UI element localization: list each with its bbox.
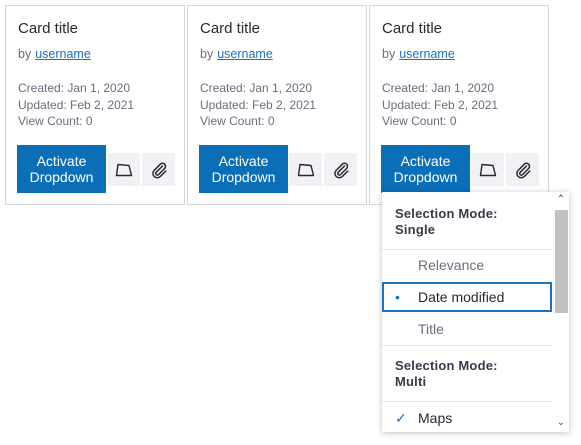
dropdown-menu: Selection Mode: Single Relevance • Date … (382, 192, 569, 432)
dropdown-item-label: Title (418, 321, 444, 337)
view-count: View Count: 0 (382, 114, 457, 128)
tag-icon (479, 163, 496, 176)
dropdown-item-title[interactable]: Title (382, 314, 552, 344)
header-line: Multi (395, 374, 427, 389)
username-link[interactable]: username (35, 47, 91, 61)
activate-label-line2: Dropdown (393, 169, 458, 185)
header-line: Single (395, 222, 436, 237)
tag-icon (115, 163, 132, 176)
dropdown-item-maps[interactable]: ✓ Maps (382, 403, 552, 432)
paperclip-icon (151, 162, 167, 178)
by-label: by (382, 47, 396, 61)
dropdown-scrollbar[interactable]: ⌃ ⌄ (553, 192, 569, 432)
attach-button[interactable] (142, 153, 175, 186)
card-meta: Created: Jan 1, 2020 Updated: Feb 2, 202… (382, 80, 498, 130)
updated-date: Updated: Feb 2, 2021 (18, 97, 135, 112)
card-meta: Created: Jan 1, 2020 Updated: Feb 2, 202… (200, 80, 316, 130)
scroll-down-icon[interactable]: ⌄ (556, 418, 566, 428)
selected-dot-icon: • (395, 289, 400, 305)
by-label: by (18, 47, 32, 61)
card-byline: by username (18, 47, 91, 61)
card-meta: Created: Jan 1, 2020 Updated: Feb 2, 202… (18, 80, 134, 130)
activate-dropdown-button[interactable]: Activate Dropdown (381, 145, 470, 193)
card-byline: by username (200, 47, 273, 61)
dropdown-item-label: Date modified (418, 289, 505, 305)
attach-button[interactable] (324, 153, 357, 186)
dropdown-divider (382, 345, 552, 346)
dropdown-divider (382, 401, 552, 402)
card-title: Card title (200, 20, 261, 37)
by-label: by (200, 47, 214, 61)
activate-label-line2: Dropdown (211, 169, 276, 185)
check-icon: ✓ (395, 409, 407, 426)
activate-dropdown-button[interactable]: Activate Dropdown (17, 145, 106, 193)
created-date: Created: Jan 1, 2020 (382, 81, 495, 95)
username-link[interactable]: username (399, 47, 455, 61)
tag-button[interactable] (289, 153, 322, 186)
view-count: View Count: 0 (200, 114, 275, 128)
view-count: View Count: 0 (18, 114, 93, 128)
card-title: Card title (382, 20, 443, 37)
updated-date: Updated: Feb 2, 2021 (200, 97, 317, 112)
dropdown-item-label: Relevance (418, 257, 485, 273)
activate-label-line1: Activate (218, 153, 269, 169)
attach-button[interactable] (506, 153, 539, 186)
header-line: Selection Mode: (395, 206, 498, 221)
activate-label-line1: Activate (400, 153, 451, 169)
dropdown-header-single: Selection Mode: Single (395, 206, 498, 238)
created-date: Created: Jan 1, 2020 (18, 81, 131, 95)
card-1: Card title by username Created: Jan 1, 20… (5, 5, 185, 205)
activate-label-line1: Activate (36, 153, 87, 169)
dropdown-item-label: Maps (418, 410, 453, 426)
paperclip-icon (515, 162, 531, 178)
card-2: Card title by username Created: Jan 1, 20… (187, 5, 367, 205)
activate-dropdown-button[interactable]: Activate Dropdown (199, 145, 288, 193)
username-link[interactable]: username (217, 47, 273, 61)
tag-button[interactable] (107, 153, 140, 186)
dropdown-item-relevance[interactable]: Relevance (382, 250, 552, 280)
activate-label-line2: Dropdown (29, 169, 94, 185)
header-line: Selection Mode: (395, 358, 498, 373)
card-3: Card title by username Created: Jan 1, 20… (369, 5, 549, 205)
card-byline: by username (382, 47, 455, 61)
scroll-thumb[interactable] (555, 210, 568, 313)
updated-date: Updated: Feb 2, 2021 (382, 97, 499, 112)
tag-icon (297, 163, 314, 176)
scroll-up-icon[interactable]: ⌃ (556, 195, 566, 205)
dropdown-header-multi: Selection Mode: Multi (395, 358, 498, 390)
paperclip-icon (333, 162, 349, 178)
tag-button[interactable] (471, 153, 504, 186)
created-date: Created: Jan 1, 2020 (200, 81, 313, 95)
card-title: Card title (18, 20, 79, 37)
dropdown-item-date-modified[interactable]: • Date modified (382, 282, 552, 312)
